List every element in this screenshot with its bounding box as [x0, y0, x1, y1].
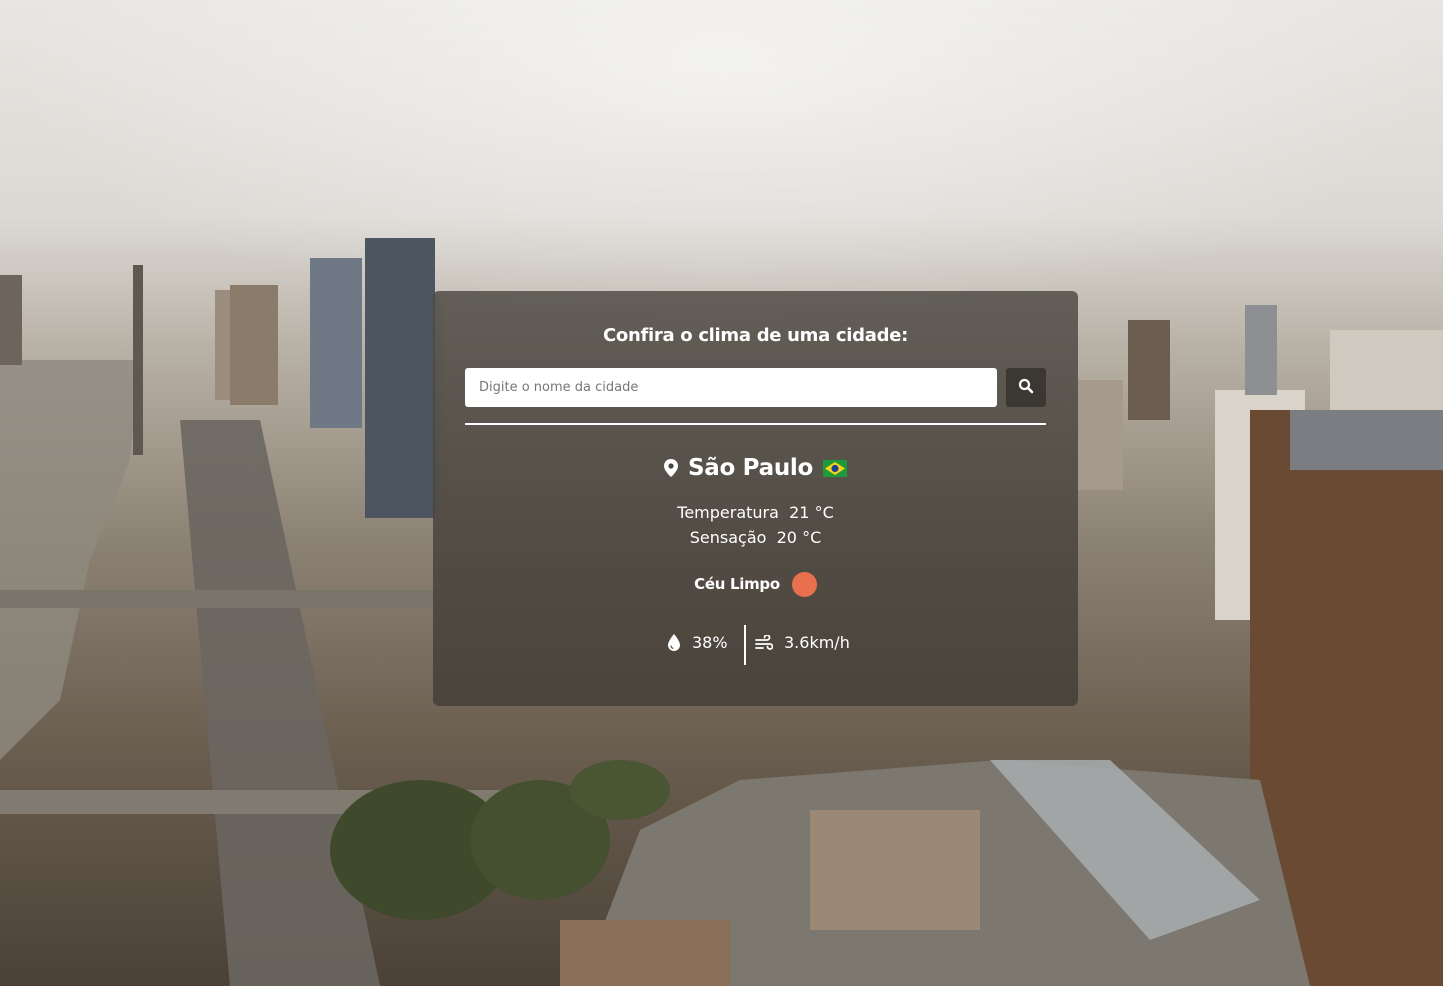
weather-card: Confira o clima de uma cidade: São Paulo…	[433, 291, 1078, 706]
city-header: São Paulo	[433, 451, 1078, 485]
search-icon	[1018, 378, 1034, 394]
clear-sky-icon	[791, 571, 817, 597]
wind-value: 3.6km/h	[784, 633, 850, 652]
wind-icon	[755, 634, 773, 650]
humidity-info: 38%	[668, 633, 728, 652]
city-search-input[interactable]	[465, 368, 997, 407]
feels-like-unit: °C	[802, 528, 822, 547]
location-pin-icon	[663, 459, 678, 477]
condition-description: Céu Limpo	[694, 575, 780, 593]
brazil-flag-icon	[823, 459, 847, 477]
search-bar	[465, 368, 1046, 408]
details-separator	[744, 625, 746, 665]
weather-details: 38% 3.6km/h	[433, 625, 1078, 665]
feels-like-label: Sensação	[689, 528, 767, 547]
condition-row: Céu Limpo	[433, 571, 1078, 597]
temperature-unit: °C	[814, 503, 834, 522]
wind-info: 3.6km/h	[755, 633, 850, 652]
humidity-value: 38%	[692, 633, 728, 652]
temperature-label: Temperatura	[677, 503, 779, 522]
temperature-value: 21	[789, 503, 810, 522]
droplet-icon	[668, 634, 680, 651]
city-name: São Paulo	[687, 455, 813, 481]
feels-like-value: 20	[776, 528, 797, 547]
search-button[interactable]	[1006, 368, 1046, 407]
feels-like-line: Sensação 20 °C	[433, 528, 1078, 547]
temperature-line: Temperatura 21 °C	[433, 503, 1078, 522]
card-title: Confira o clima de uma cidade:	[603, 325, 908, 346]
divider	[465, 423, 1046, 425]
